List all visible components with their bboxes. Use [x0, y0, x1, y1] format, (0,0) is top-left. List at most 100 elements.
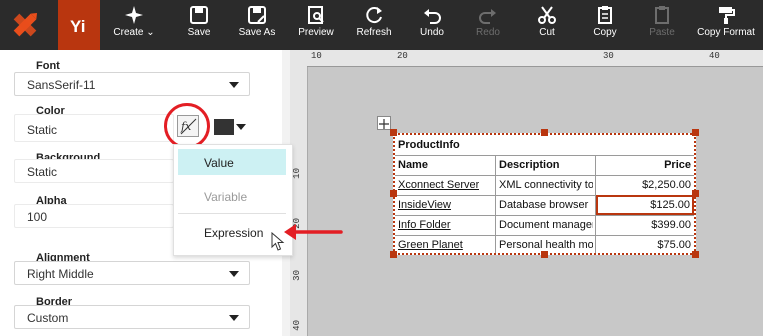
move-arrows-icon	[379, 119, 389, 129]
copy-label: Copy	[593, 27, 617, 38]
border-select[interactable]: Custom	[14, 305, 250, 329]
resize-handle[interactable]	[390, 129, 397, 136]
resize-handle[interactable]	[390, 190, 397, 197]
resize-handle[interactable]	[692, 129, 699, 136]
function-icon: fx	[180, 118, 197, 135]
ruler-vtick: 10	[292, 168, 302, 179]
refresh-label: Refresh	[356, 27, 392, 38]
annotation-arrow-icon	[284, 224, 343, 240]
font-label: Font	[36, 60, 60, 72]
table-cell[interactable]: Personal health mon	[499, 239, 593, 251]
divider	[395, 175, 694, 176]
copy-button[interactable]: Copy	[583, 0, 627, 50]
ruler-tick: 10	[311, 51, 322, 61]
report-designer-logo[interactable]: Yi	[58, 0, 100, 50]
color-caret-icon[interactable]	[236, 124, 246, 130]
pencil-ruler-icon	[13, 12, 38, 37]
ruler-vtick: 40	[292, 320, 302, 331]
cut-button[interactable]: Cut	[525, 0, 569, 50]
resize-handle[interactable]	[390, 251, 397, 258]
resize-handle[interactable]	[692, 190, 699, 197]
table-cell[interactable]: Document manager	[499, 219, 593, 231]
save-label: Save	[187, 27, 211, 38]
refresh-button[interactable]: Refresh	[350, 0, 398, 50]
resize-handle[interactable]	[692, 251, 699, 258]
undo-label: Undo	[420, 27, 444, 38]
menu-divider	[178, 213, 286, 214]
table-title: ProductInfo	[398, 139, 460, 151]
table-cell[interactable]: $399.00	[595, 219, 691, 231]
svg-text:Yi: Yi	[70, 17, 85, 36]
cut-label: Cut	[539, 27, 555, 38]
copy-format-label: Copy Format	[697, 27, 755, 38]
app-logo[interactable]	[0, 0, 50, 50]
copy-icon	[598, 6, 612, 24]
toolbar: Yi Create ⌄ Save Save As Preview Refresh…	[0, 0, 763, 50]
preview-icon	[308, 6, 324, 24]
resize-handle[interactable]	[541, 251, 548, 258]
selected-price-cell[interactable]: $125.00	[596, 195, 694, 215]
save-as-button[interactable]: Save As	[232, 0, 282, 50]
divider	[495, 155, 496, 253]
alpha-value: 100	[27, 210, 48, 224]
table-cell[interactable]: XML connectivity to	[499, 179, 593, 191]
table-cell[interactable]: Green Planet	[398, 239, 463, 251]
alignment-value: Right Middle	[27, 267, 94, 281]
column-header-name[interactable]: Name	[398, 159, 428, 171]
background-mode-value: Static	[27, 165, 58, 179]
caret-down-icon	[229, 82, 239, 88]
border-value: Custom	[27, 311, 69, 325]
caret-down-icon	[229, 271, 239, 277]
save-icon	[190, 6, 208, 24]
move-icon[interactable]	[377, 116, 391, 130]
undo-button[interactable]: Undo	[410, 0, 454, 50]
save-button[interactable]: Save	[175, 0, 223, 50]
create-label: Create ⌄	[113, 27, 155, 38]
table-cell[interactable]: $75.00	[595, 239, 691, 251]
column-header-price[interactable]: Price	[595, 159, 691, 171]
preview-button[interactable]: Preview	[292, 0, 340, 50]
divider	[395, 235, 694, 236]
font-value: SansSerif-11	[27, 78, 96, 92]
table-cell[interactable]: Info Folder	[398, 219, 451, 231]
create-button[interactable]: Create ⌄	[105, 0, 163, 50]
redo-icon	[479, 9, 496, 24]
caret-down-icon	[229, 315, 239, 321]
paint-roller-icon	[719, 7, 735, 24]
ruler-tick: 20	[397, 51, 408, 61]
horizontal-ruler: 10 20 30 40	[307, 50, 763, 67]
color-mode-value: Static	[27, 123, 58, 137]
resize-handle[interactable]	[541, 129, 548, 136]
table-cell[interactable]: InsideView	[398, 199, 451, 211]
table-cell[interactable]: $2,250.00	[595, 179, 691, 191]
color-swatch[interactable]	[214, 119, 234, 135]
ruler-tick: 40	[709, 51, 720, 61]
menu-item-variable[interactable]: Variable	[178, 183, 286, 209]
paste-label: Paste	[649, 27, 675, 38]
table-cell[interactable]: Database browser	[499, 199, 593, 211]
refresh-icon	[366, 7, 382, 24]
redo-label: Redo	[476, 27, 500, 38]
alignment-select[interactable]: Right Middle	[14, 261, 250, 285]
sparkle-icon	[125, 6, 143, 24]
paste-button[interactable]: Paste	[640, 0, 684, 50]
preview-label: Preview	[298, 27, 334, 38]
menu-item-value[interactable]: Value	[178, 149, 286, 175]
divider	[395, 155, 694, 156]
copy-format-button[interactable]: Copy Format	[693, 0, 759, 50]
product-info-table[interactable]: ProductInfo Name Description Price Xconn…	[393, 133, 696, 255]
yi-logo-icon: Yi	[70, 17, 85, 36]
paste-icon	[655, 6, 669, 24]
menu-item-expression[interactable]: Expression	[178, 219, 286, 245]
column-header-description[interactable]: Description	[499, 159, 560, 171]
background-mode-field[interactable]: Static	[14, 159, 174, 183]
divider	[395, 215, 694, 216]
color-mode-field[interactable]: Static	[14, 114, 174, 142]
expression-toggle-button[interactable]: fx	[177, 115, 199, 137]
alpha-input[interactable]: 100	[14, 204, 174, 228]
table-cell[interactable]: Xconnect Server	[398, 179, 479, 191]
redo-button[interactable]: Redo	[466, 0, 510, 50]
save-as-icon	[248, 6, 266, 24]
chevron-down-icon: ⌄	[146, 27, 155, 38]
font-select[interactable]: SansSerif-11	[14, 72, 250, 96]
